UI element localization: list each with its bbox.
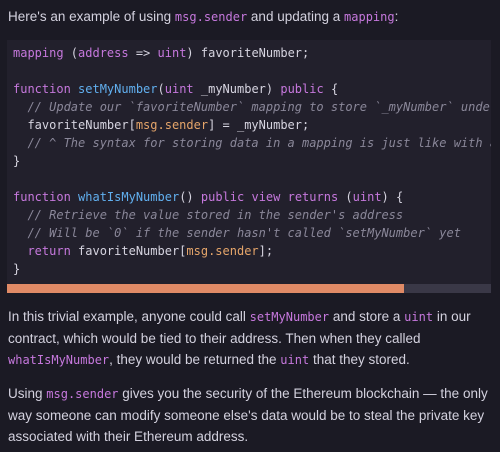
code-token: msg.sender <box>135 118 209 132</box>
code-comment: // ^ The syntax for storing data in a ma… <box>13 136 491 150</box>
para1-text: and store a <box>329 309 405 324</box>
code-comment: // Will be `0` if the sender hasn't call… <box>13 226 461 240</box>
code-token: mapping <box>13 46 64 60</box>
intro-text-a: Here's an example of using <box>8 9 175 24</box>
code-content: mapping (address => uint) favoriteNumber… <box>7 40 491 278</box>
code-token: () <box>179 190 201 204</box>
para1-text: , they would be returned the <box>109 352 281 367</box>
code-token: uint <box>157 46 187 60</box>
para2-text: Using <box>8 386 47 401</box>
code-token: setMyNumber <box>78 82 158 96</box>
code-token: uint <box>352 190 382 204</box>
code-token: favoriteNumber[ <box>70 244 187 258</box>
code-comment: // Update our `favoriteNumber` mapping t… <box>27 100 491 114</box>
code-token: msg.sender <box>186 244 259 258</box>
paragraph-trivial-example: In this trivial example, anyone could ca… <box>8 306 492 371</box>
code-token: whatIsMyNumber <box>78 190 180 204</box>
code-token: ( <box>338 190 353 204</box>
inline-code-msg-sender: msg.sender <box>174 10 248 24</box>
inline-code-msg-sender: msg.sender <box>46 387 119 401</box>
code-token: { <box>323 82 339 96</box>
code-token: => <box>128 46 158 60</box>
code-token: ( <box>157 82 165 96</box>
code-token: } <box>13 262 21 276</box>
inline-code-uint: uint <box>280 353 310 367</box>
lesson-page: Here's an example of using msg.sender an… <box>0 0 500 452</box>
intro-text-c: : <box>394 9 399 24</box>
code-token: function <box>13 190 71 204</box>
inline-code-uint: uint <box>404 310 434 324</box>
code-token: address <box>78 46 129 60</box>
code-token: ) favoriteNumber; <box>186 46 310 60</box>
code-token: ]; <box>258 244 274 258</box>
code-token: uint <box>164 82 194 96</box>
code-token: returns <box>287 190 339 204</box>
intro-text-b: and updating a <box>247 9 345 24</box>
code-token: return <box>13 244 71 258</box>
inline-code-setmynumber: setMyNumber <box>249 310 330 324</box>
code-token: ( <box>63 46 79 60</box>
code-token: public <box>280 82 324 96</box>
para1-text: that they stored. <box>309 352 410 367</box>
code-token: favoriteNumber[ <box>13 118 136 132</box>
code-token: view <box>251 190 281 204</box>
code-token: public <box>200 190 245 204</box>
scrollbar-thumb[interactable] <box>7 284 404 293</box>
code-token: function <box>13 82 71 96</box>
code-horizontal-scrollbar[interactable] <box>7 284 491 293</box>
code-token: } <box>13 154 21 168</box>
inline-code-mapping: mapping <box>344 10 395 24</box>
code-token: ) { <box>381 190 404 204</box>
code-token: ] = _myNumber; <box>208 118 310 132</box>
para1-text: In this trivial example, anyone could ca… <box>8 309 250 324</box>
code-block[interactable]: mapping (address => uint) favoriteNumber… <box>7 40 491 284</box>
inline-code-whatismynumber: whatIsMyNumber <box>8 353 110 367</box>
paragraph-security: Using msg.sender gives you the security … <box>8 383 492 447</box>
code-token: _myNumber) <box>193 82 281 96</box>
code-comment: // Retrieve the value stored in the send… <box>13 208 404 222</box>
intro-text: Here's an example of using msg.sender an… <box>8 6 492 28</box>
